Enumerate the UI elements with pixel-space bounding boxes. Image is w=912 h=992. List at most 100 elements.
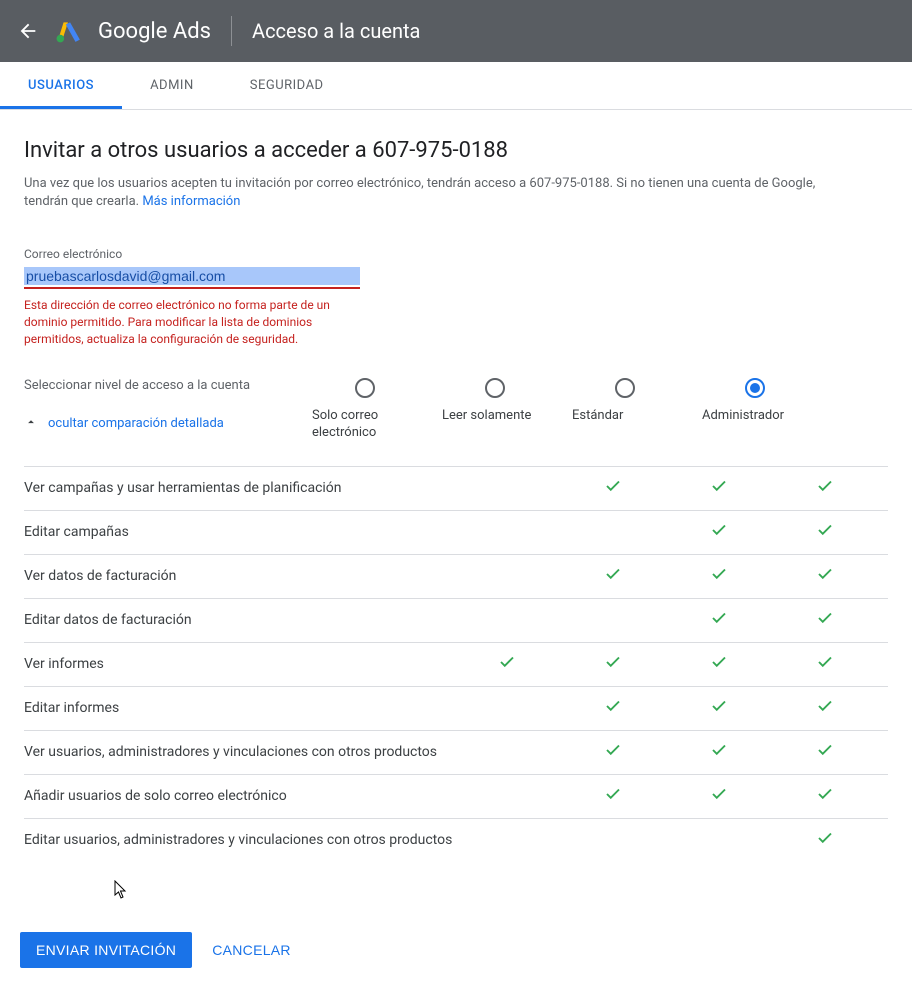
permission-cell xyxy=(772,521,878,544)
permission-cell xyxy=(666,609,772,632)
check-icon xyxy=(710,787,728,808)
check-icon xyxy=(816,831,834,852)
check-icon xyxy=(816,567,834,588)
permission-cell xyxy=(772,829,878,852)
access-level-label: Seleccionar nivel de acceso a la cuenta xyxy=(24,378,304,393)
permission-cell xyxy=(772,609,878,632)
permission-label: Editar usuarios, administradores y vincu… xyxy=(24,832,454,848)
permission-cell xyxy=(666,477,772,500)
radio-circle-admin[interactable] xyxy=(745,378,765,398)
permission-label: Ver informes xyxy=(24,656,454,672)
radio-label-admin: Administrador xyxy=(702,408,808,425)
permission-cell xyxy=(666,565,772,588)
check-icon xyxy=(816,611,834,632)
radio-circle-standard[interactable] xyxy=(615,378,635,398)
permission-cell xyxy=(666,741,772,764)
permission-cell xyxy=(772,741,878,764)
permission-row: Editar informes xyxy=(24,687,888,731)
permission-row: Añadir usuarios de solo correo electróni… xyxy=(24,775,888,819)
radio-read-only[interactable]: Leer solamente xyxy=(442,378,548,442)
radio-label-standard: Estándar xyxy=(572,408,678,425)
check-icon xyxy=(710,479,728,500)
permission-cell xyxy=(772,565,878,588)
check-icon xyxy=(816,743,834,764)
radio-email-only[interactable]: Solo correo electrónico xyxy=(312,378,418,442)
permission-cell xyxy=(560,653,666,676)
check-icon xyxy=(816,787,834,808)
permission-cell xyxy=(772,785,878,808)
email-label: Correo electrónico xyxy=(24,247,360,261)
permission-cell xyxy=(666,653,772,676)
back-arrow-icon[interactable] xyxy=(16,19,40,43)
permission-cell xyxy=(560,741,666,764)
permission-cell xyxy=(560,477,666,500)
permission-label: Editar informes xyxy=(24,700,454,716)
check-icon xyxy=(604,479,622,500)
check-icon xyxy=(816,523,834,544)
access-radio-group: Solo correo electrónico Leer solamente E… xyxy=(312,378,888,442)
page-description: Una vez que los usuarios acepten tu invi… xyxy=(24,175,824,211)
permission-label: Editar campañas xyxy=(24,524,454,540)
permission-label: Añadir usuarios de solo correo electróni… xyxy=(24,788,454,804)
check-icon xyxy=(816,655,834,676)
permission-cell xyxy=(560,785,666,808)
check-icon xyxy=(604,567,622,588)
permission-cell xyxy=(454,653,560,676)
tab-users[interactable]: USUARIOS xyxy=(0,62,122,109)
check-icon xyxy=(816,479,834,500)
email-input[interactable] xyxy=(24,267,360,285)
permission-cell xyxy=(666,697,772,720)
radio-label-read-only: Leer solamente xyxy=(442,408,548,425)
tab-admin[interactable]: ADMIN xyxy=(122,62,222,109)
check-icon xyxy=(604,655,622,676)
permission-label: Ver campañas y usar herramientas de plan… xyxy=(24,480,454,496)
check-icon xyxy=(710,523,728,544)
access-level-row: Seleccionar nivel de acceso a la cuenta … xyxy=(24,378,888,442)
check-icon xyxy=(710,655,728,676)
app-header: Google Ads Acceso a la cuenta xyxy=(0,0,912,62)
permission-label: Ver usuarios, administradores y vinculac… xyxy=(24,744,454,760)
cancel-button[interactable]: CANCELAR xyxy=(212,942,291,958)
permission-cell xyxy=(772,653,878,676)
check-icon xyxy=(710,567,728,588)
permission-cell xyxy=(772,697,878,720)
tab-security[interactable]: SEGURIDAD xyxy=(222,62,352,109)
permissions-table: Ver campañas y usar herramientas de plan… xyxy=(24,466,888,862)
permission-row: Ver datos de facturación xyxy=(24,555,888,599)
radio-label-email-only: Solo correo electrónico xyxy=(312,408,418,442)
google-ads-logo-icon xyxy=(56,18,82,44)
header-divider xyxy=(231,16,232,46)
check-icon xyxy=(604,699,622,720)
more-info-link[interactable]: Más información xyxy=(142,194,240,209)
toggle-comparison-link[interactable]: ocultar comparación detallada xyxy=(24,415,304,433)
permission-cell xyxy=(560,697,666,720)
toggle-comparison-text: ocultar comparación detallada xyxy=(48,416,224,431)
permission-row: Ver usuarios, administradores y vinculac… xyxy=(24,731,888,775)
check-icon xyxy=(816,699,834,720)
radio-circle-read-only[interactable] xyxy=(485,378,505,398)
email-field-block: Correo electrónico Esta dirección de cor… xyxy=(24,247,360,347)
check-icon xyxy=(604,787,622,808)
send-invitation-button[interactable]: ENVIAR INVITACIÓN xyxy=(20,932,192,968)
check-icon xyxy=(498,655,516,676)
check-icon xyxy=(710,699,728,720)
permission-cell xyxy=(666,785,772,808)
tabs-bar: USUARIOS ADMIN SEGURIDAD xyxy=(0,62,912,110)
permission-row: Editar usuarios, administradores y vincu… xyxy=(24,819,888,862)
permission-row: Editar datos de facturación xyxy=(24,599,888,643)
chevron-up-icon xyxy=(24,415,38,433)
main-content: Invitar a otros usuarios a acceder a 607… xyxy=(0,110,912,872)
header-page-title: Acceso a la cuenta xyxy=(252,19,420,43)
permission-cell xyxy=(666,521,772,544)
page-heading: Invitar a otros usuarios a acceder a 607… xyxy=(24,138,888,163)
permission-row: Ver informes xyxy=(24,643,888,687)
email-error-text: Esta dirección de correo electrónico no … xyxy=(24,297,334,347)
check-icon xyxy=(710,611,728,632)
permission-cell xyxy=(560,565,666,588)
radio-admin[interactable]: Administrador xyxy=(702,378,808,442)
permission-label: Editar datos de facturación xyxy=(24,612,454,628)
permission-label: Ver datos de facturación xyxy=(24,568,454,584)
radio-circle-email-only[interactable] xyxy=(355,378,375,398)
permission-row: Editar campañas xyxy=(24,511,888,555)
radio-standard[interactable]: Estándar xyxy=(572,378,678,442)
